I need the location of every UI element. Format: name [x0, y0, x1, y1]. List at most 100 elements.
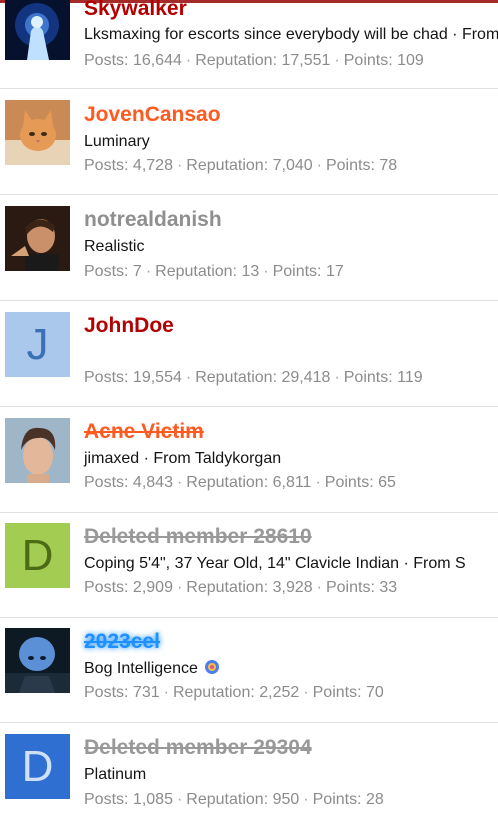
avatar[interactable] [5, 100, 70, 165]
member-stats: Posts: 1,085 · Reputation: 950 · Points: 28 [84, 790, 384, 810]
separator-dot: · [316, 157, 322, 174]
posts-count: 4,728 [132, 157, 173, 174]
member-stats: Posts: 7 · Reputation: 13 · Points: 17 [84, 262, 344, 282]
posts-label: Posts: [84, 157, 129, 174]
avatar[interactable] [5, 0, 70, 60]
posts-label: Posts: [84, 369, 129, 386]
user-title: jimaxed · From Taldykorgan [84, 450, 282, 467]
reputation-count: 950 [272, 791, 300, 808]
reputation-label: Reputation: [186, 791, 269, 808]
member-row: 2023cel Bog Intelligence Posts: 731 · Repu… [0, 618, 498, 723]
reputation-count: 17,551 [281, 52, 331, 69]
username-link[interactable]: JohnDoe [84, 314, 174, 338]
separator-dot: · [334, 369, 340, 386]
username-link[interactable]: Acne Victim [84, 420, 204, 444]
reputation-count: 3,928 [272, 579, 313, 596]
avatar[interactable] [5, 418, 70, 483]
user-title: Luminary [84, 133, 150, 150]
posts-count: 731 [132, 684, 160, 701]
points-count: 33 [379, 579, 398, 596]
megamind-avatar-icon [5, 628, 70, 693]
separator-dot: · [315, 474, 321, 491]
points-label: Points: [343, 369, 393, 386]
member-stats: Posts: 16,644 · Reputation: 17,551 · Points:… [84, 51, 424, 71]
reputation-label: Reputation: [186, 157, 269, 174]
username-link[interactable]: Deleted member 28610 [84, 525, 312, 549]
points-label: Points: [343, 52, 393, 69]
letter-avatar[interactable]: D [5, 734, 70, 799]
reputation-label: Reputation: [186, 579, 269, 596]
reputation-label: Reputation: [195, 52, 278, 69]
points-label: Points: [325, 157, 375, 174]
username-link[interactable]: 2023cel [84, 630, 160, 654]
avatar[interactable] [5, 628, 70, 693]
jedi-avatar-icon [5, 0, 70, 60]
separator-dot: · [185, 369, 192, 386]
posts-count: 4,843 [132, 474, 173, 491]
letter-avatar[interactable]: J [5, 312, 70, 377]
reputation-count: 13 [241, 263, 260, 280]
points-count: 78 [379, 157, 398, 174]
username-link[interactable]: notrealdanish [84, 208, 222, 232]
letter-avatar[interactable]: D [5, 523, 70, 588]
posts-label: Posts: [84, 684, 129, 701]
brain-badge-icon [204, 660, 219, 674]
user-title: Bog Intelligence [84, 659, 220, 679]
member-stats: Posts: 4,843 · Reputation: 6,811 · Points: 6… [84, 473, 396, 493]
reputation-count: 2,252 [259, 684, 300, 701]
reputation-count: 7,040 [272, 157, 313, 174]
user-title: Coping 5'4", 37 Year Old, 14" Clavicle I… [84, 555, 466, 572]
separator-dot: · [163, 684, 169, 701]
avatar-letter: J [26, 319, 49, 369]
young-man-avatar-icon [5, 418, 70, 483]
member-row: D Deleted member 28610 Coping 5'4", 37 Y… [0, 513, 498, 618]
posts-count: 2,909 [132, 579, 173, 596]
user-title: Realistic [84, 238, 145, 255]
separator-dot: · [176, 579, 183, 596]
points-count: 119 [397, 369, 423, 386]
member-stats: Posts: 19,554 · Reputation: 29,418 · Points:… [84, 368, 423, 388]
member-row: notrealdanish Realistic Posts: 7 · Reputat… [0, 196, 498, 301]
username-link[interactable]: Skywalker [84, 0, 187, 21]
avatar[interactable] [5, 206, 70, 271]
points-label: Points: [324, 474, 374, 491]
posts-label: Posts: [84, 474, 129, 491]
points-label: Points: [312, 791, 362, 808]
avatar-letter: D [21, 741, 54, 791]
points-count: 70 [366, 684, 384, 701]
reputation-label: Reputation: [195, 369, 278, 386]
points-count: 65 [378, 474, 396, 491]
separator-dot: · [145, 263, 152, 280]
member-row: D Deleted member 29304 Platinum Posts: 1… [0, 724, 498, 829]
reputation-count: 6,811 [272, 474, 312, 491]
separator-dot: · [334, 52, 340, 69]
posts-label: Posts: [84, 579, 129, 596]
member-stats: Posts: 4,728 · Reputation: 7,040 · Points: 7… [84, 156, 397, 176]
member-row: Skywalker Lksmaxing for escorts since ev… [0, 0, 498, 89]
member-row: J JohnDoe Posts: 19,554 · Reputation: 29,4… [0, 302, 498, 407]
cat-avatar-icon [5, 100, 70, 165]
points-label: Points: [312, 684, 362, 701]
separator-dot: · [176, 791, 183, 808]
member-row: Acne Victim jimaxed · From Taldykorgan P… [0, 408, 498, 513]
member-row: JovenCansao Luminary Posts: 4,728 · Reputa… [0, 90, 498, 195]
posts-label: Posts: [84, 263, 129, 280]
separator-dot: · [263, 263, 269, 280]
points-count: 109 [397, 52, 424, 69]
separator-dot: · [176, 157, 183, 174]
points-count: 17 [325, 263, 344, 280]
member-stats: Posts: 2,909 · Reputation: 3,928 · Points: 3… [84, 578, 397, 598]
man-portrait-avatar-icon [5, 206, 70, 271]
separator-dot: · [303, 791, 309, 808]
reputation-label: Reputation: [172, 684, 255, 701]
separator-dot: · [185, 52, 192, 69]
username-link[interactable]: Deleted member 29304 [84, 736, 312, 760]
posts-count: 7 [132, 263, 142, 280]
user-title-text: Bog Intelligence [84, 660, 198, 677]
reputation-label: Reputation: [186, 474, 269, 491]
username-link[interactable]: JovenCansao [84, 103, 221, 127]
reputation-count: 29,418 [281, 369, 331, 386]
points-label: Points: [272, 263, 322, 280]
member-stats: Posts: 731 · Reputation: 2,252 · Points: 70 [84, 683, 384, 703]
posts-count: 16,644 [132, 52, 182, 69]
